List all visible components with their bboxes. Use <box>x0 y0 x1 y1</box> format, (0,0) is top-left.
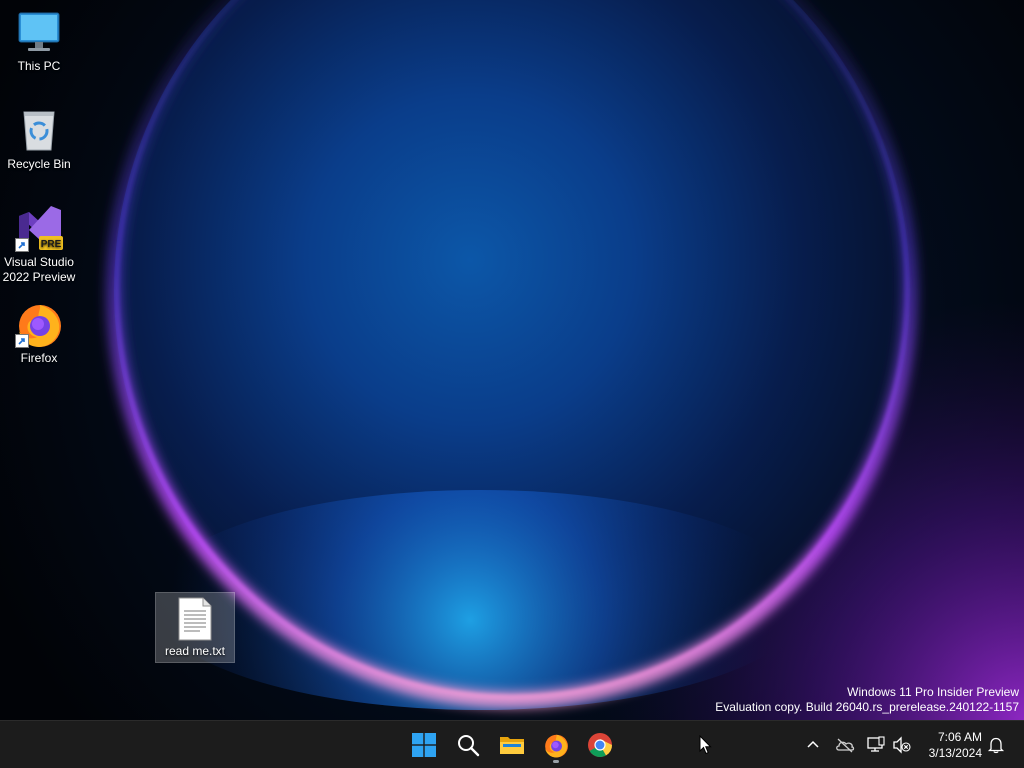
visual-studio-preview-icon: PRE <box>15 204 63 252</box>
onedrive-offline-icon <box>836 738 855 753</box>
desktop-icon-label: Recycle Bin <box>7 157 71 171</box>
folder-icon <box>500 737 524 754</box>
desktop-icon-visual-studio[interactable]: PRE Visual Studio 2022 Preview <box>0 204 78 285</box>
shortcut-arrow-icon <box>15 334 29 348</box>
watermark-edition: Windows 11 Pro Insider Preview <box>847 685 1019 699</box>
start-button[interactable] <box>404 725 444 765</box>
notifications-button[interactable] <box>986 735 1006 755</box>
chevron-up-icon <box>807 740 819 748</box>
notification-bell-icon <box>987 737 1005 754</box>
recycle-bin-icon <box>15 106 63 154</box>
watermark-build: Evaluation copy. Build 26040.rs_prerelea… <box>715 700 1019 714</box>
desktop-icon-label: This PC <box>17 59 61 73</box>
chrome-taskbar-button[interactable] <box>580 725 620 765</box>
search-button[interactable] <box>448 725 488 765</box>
desktop-icon-this-pc[interactable]: This PC <box>0 8 78 74</box>
evaluation-watermark: Windows 11 Pro Insider Preview Evaluatio… <box>715 685 1019 715</box>
desktop[interactable]: This PC Recycle Bin PRE Visual Studio 20… <box>0 0 1024 720</box>
file-explorer-button[interactable] <box>492 725 532 765</box>
firefox-icon <box>545 734 568 758</box>
chrome-icon <box>588 733 612 758</box>
wallpaper <box>0 0 1024 720</box>
taskbar-clock[interactable]: 7:06 AM 3/13/2024 <box>929 729 982 761</box>
search-icon <box>458 735 480 757</box>
taskbar[interactable]: 7:06 AM 3/13/2024 <box>0 720 1024 768</box>
windows-start-icon <box>412 733 436 757</box>
desktop-icon-recycle-bin[interactable]: Recycle Bin <box>0 106 78 172</box>
desktop-icon-firefox[interactable]: Firefox <box>0 300 78 366</box>
monitor-icon <box>15 8 63 56</box>
pre-badge: PRE <box>41 239 62 250</box>
shortcut-arrow-icon <box>15 238 29 252</box>
running-indicator <box>553 760 559 763</box>
desktop-icon-label: read me.txt <box>164 644 226 658</box>
text-file-icon <box>175 597 215 641</box>
network-tray-button[interactable] <box>866 735 886 755</box>
desktop-icon-label: Firefox <box>20 351 58 365</box>
clock-time: 7:06 AM <box>937 730 982 744</box>
show-hidden-icons-button[interactable] <box>803 735 823 755</box>
onedrive-tray-button[interactable] <box>835 735 855 755</box>
mouse-cursor-icon <box>699 735 712 755</box>
volume-muted-icon <box>893 736 911 754</box>
network-icon <box>867 736 885 752</box>
firefox-icon <box>15 300 63 348</box>
firefox-taskbar-button[interactable] <box>536 725 576 765</box>
clock-date: 3/13/2024 <box>928 746 982 760</box>
desktop-icon-read-me-txt[interactable]: read me.txt <box>155 592 235 663</box>
volume-tray-button[interactable] <box>892 735 912 755</box>
desktop-icon-label: Visual Studio 2022 Preview <box>2 255 76 284</box>
